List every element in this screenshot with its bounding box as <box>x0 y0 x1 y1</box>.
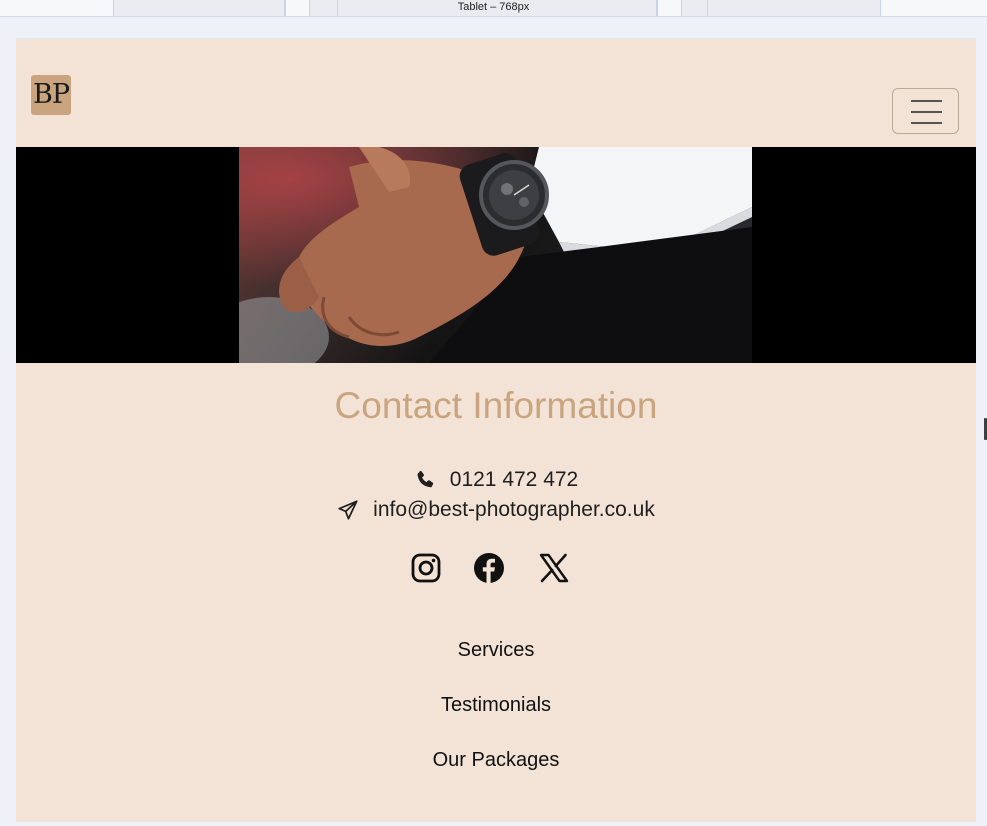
ruler-label: Tablet – 768px <box>457 1 530 13</box>
email-address: info@best-photographer.co.uk <box>373 498 655 521</box>
phone-row[interactable]: 0121 472 472 <box>16 468 976 492</box>
x-icon[interactable] <box>538 552 570 584</box>
instagram-icon[interactable] <box>410 552 442 584</box>
page-viewport: BP Contact Information 0121 472 472 info… <box>16 38 976 822</box>
navbar-toggle-button[interactable] <box>892 88 959 134</box>
hero-image <box>239 147 752 363</box>
hero-banner <box>16 147 976 363</box>
navbar: BP <box>16 39 976 147</box>
footer-link-services[interactable]: Services <box>16 639 976 662</box>
brand-logo[interactable]: BP <box>31 75 71 115</box>
facebook-icon[interactable] <box>473 552 505 584</box>
footer-link-packages[interactable]: Our Packages <box>16 749 976 772</box>
phone-icon <box>417 470 433 488</box>
hamburger-icon <box>911 100 942 102</box>
devtools-ruler: Tablet – 768px <box>0 0 987 17</box>
paper-plane-icon <box>338 500 358 520</box>
phone-number: 0121 472 472 <box>449 468 579 491</box>
contact-heading: Contact Information <box>334 385 658 426</box>
email-row[interactable]: info@best-photographer.co.uk <box>16 498 976 522</box>
footer-link-testimonials[interactable]: Testimonials <box>16 694 976 717</box>
